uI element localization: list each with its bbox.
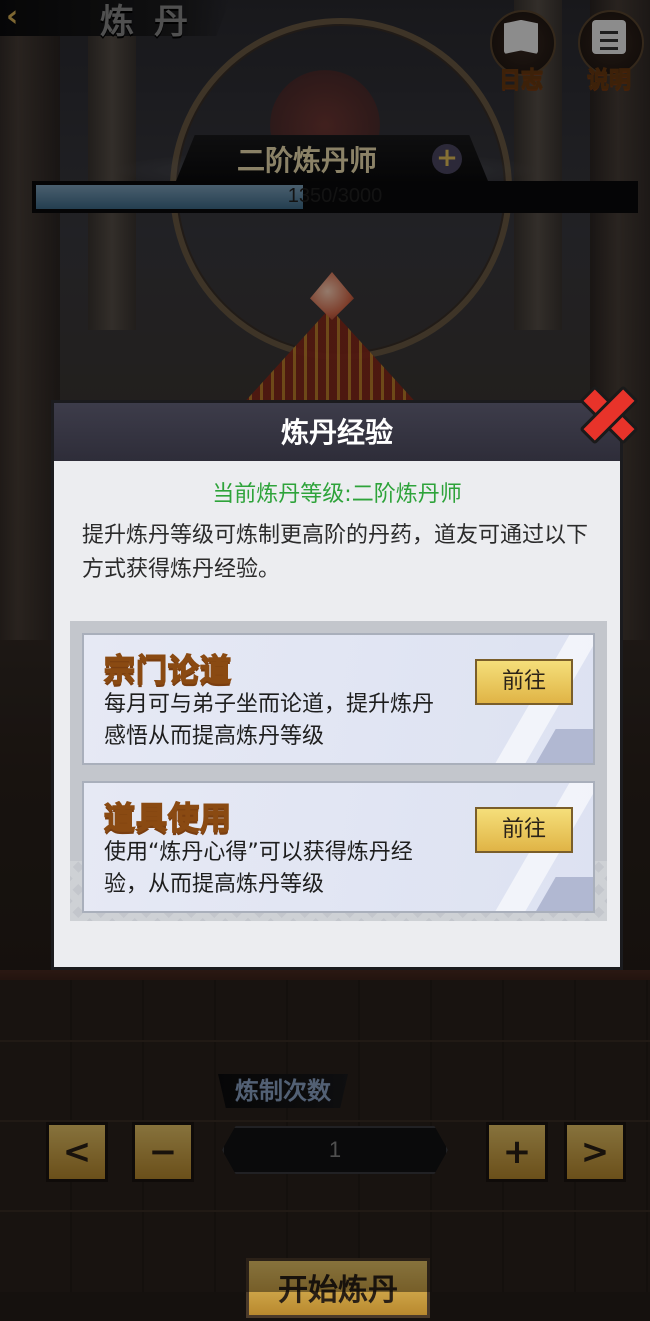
exp-source-description: 每月可与弟子坐而论道，提升炼丹感悟从而提高炼丹等级 [104,692,435,749]
dialog-description: 提升炼丹等级可炼制更高阶的丹药，道友可通过以下方式获得炼丹经验。 [82,523,589,582]
go-button[interactable]: 前往 [475,807,573,853]
exp-source-description: 使用“炼丹心得”可以获得炼丹经验，从而提高炼丹等级 [104,840,413,897]
exp-source-list: 宗门论道 每月可与弟子坐而论道，提升炼丹感悟从而提高炼丹等级 前往 道具使用 使… [70,621,607,921]
dialog-header: 炼丹经验 [54,403,620,461]
close-dialog-button[interactable] [574,380,639,445]
exp-source-title: 宗门论道 [103,652,232,690]
exp-source-item-use: 道具使用 使用“炼丹心得”可以获得炼丹经验，从而提高炼丹等级 前往 [82,781,595,913]
dialog-title: 炼丹经验 [280,416,393,449]
exp-source-title: 道具使用 [103,800,232,838]
current-alchemy-level: 当前炼丹等级:二阶炼丹师 [212,482,462,507]
alchemy-exp-dialog: 炼丹经验 当前炼丹等级:二阶炼丹师 提升炼丹等级可炼制更高阶的丹药，道友可通过以… [51,400,623,970]
go-button[interactable]: 前往 [475,659,573,705]
exp-source-sect-discussion: 宗门论道 每月可与弟子坐而论道，提升炼丹感悟从而提高炼丹等级 前往 [82,633,595,765]
